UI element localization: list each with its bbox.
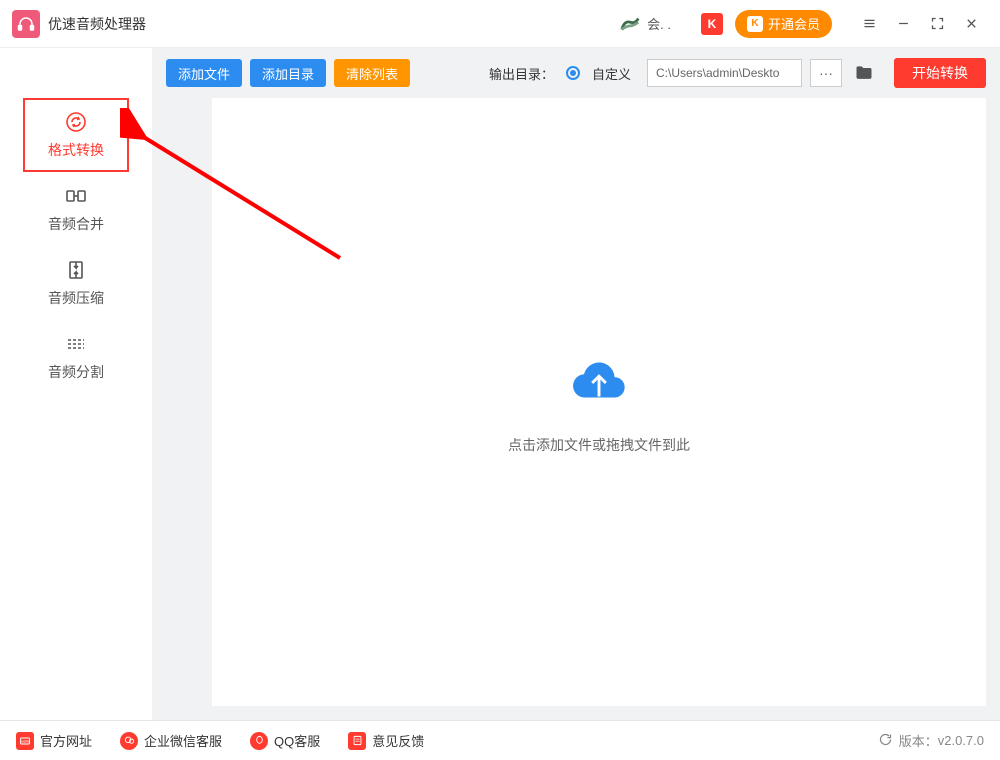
version-label: 版本： [899,731,938,750]
user-avatar-icon[interactable] [619,13,641,35]
open-folder-icon[interactable] [850,59,878,87]
k-badge-icon[interactable]: K [701,13,723,35]
radio-custom[interactable] [566,66,580,80]
footer-link-official[interactable]: com 官方网址 [16,731,92,750]
footer-link-wechat[interactable]: 企业微信客服 [120,731,222,750]
user-name[interactable]: 会. . [647,14,671,33]
compress-icon [64,258,88,282]
sidebar-item-label: 音频分割 [48,362,104,382]
toolbar: 添加文件 添加目录 清除列表 输出目录： 自定义 C:\Users\admin\… [152,48,1000,98]
footer-link-label: QQ客服 [274,731,320,750]
clear-list-button[interactable]: 清除列表 [334,59,410,87]
merge-icon [64,184,88,208]
sidebar-item-audio-compress[interactable]: 音频压缩 [23,246,129,320]
sidebar-item-label: 格式转换 [48,140,104,160]
vip-k-icon: K [747,16,763,32]
vip-label: 开通会员 [768,14,820,33]
sidebar-item-label: 音频合并 [48,214,104,234]
dropzone-text: 点击添加文件或拖拽文件到此 [508,435,690,455]
footer-link-label: 官方网址 [40,731,92,750]
app-logo-icon [12,10,40,38]
output-path-field[interactable]: C:\Users\admin\Deskto [647,59,802,87]
file-dropzone[interactable]: 点击添加文件或拖拽文件到此 [212,98,986,706]
website-icon: com [16,732,34,750]
app-title: 优速音频处理器 [48,14,146,34]
add-file-button[interactable]: 添加文件 [166,59,242,87]
browse-more-button[interactable]: ··· [810,59,842,87]
split-icon [64,332,88,356]
footer-link-label: 意见反馈 [372,731,424,750]
qq-icon [250,732,268,750]
feedback-icon [348,732,366,750]
footer-link-label: 企业微信客服 [144,731,222,750]
convert-icon [64,110,88,134]
footer-link-qq[interactable]: QQ客服 [250,731,320,750]
menu-icon[interactable] [852,0,886,48]
wechat-icon [120,732,138,750]
output-dir-label: 输出目录： [489,64,554,83]
svg-text:com: com [21,739,29,743]
close-icon[interactable] [954,0,988,48]
footer-link-feedback[interactable]: 意见反馈 [348,731,424,750]
version-info[interactable]: 版本： v2.0.7.0 [878,731,984,750]
refresh-icon [878,732,893,750]
main-panel: 添加文件 添加目录 清除列表 输出目录： 自定义 C:\Users\admin\… [152,48,1000,720]
sidebar-item-audio-merge[interactable]: 音频合并 [23,172,129,246]
footer: com 官方网址 企业微信客服 QQ客服 意见反馈 版本： v2.0.7.0 [0,720,1000,760]
sidebar: 格式转换 音频合并 音频压缩 音频分割 [0,48,152,720]
sidebar-item-audio-split[interactable]: 音频分割 [23,320,129,394]
cloud-upload-icon [568,350,630,417]
minimize-icon[interactable] [886,0,920,48]
radio-custom-label[interactable]: 自定义 [592,64,631,83]
version-value: v2.0.7.0 [938,733,984,748]
maximize-icon[interactable] [920,0,954,48]
sidebar-item-label: 音频压缩 [48,288,104,308]
start-convert-button[interactable]: 开始转换 [894,58,986,88]
add-dir-button[interactable]: 添加目录 [250,59,326,87]
title-bar: 优速音频处理器 会. . K K 开通会员 [0,0,1000,48]
vip-button[interactable]: K 开通会员 [735,10,832,38]
sidebar-item-format-convert[interactable]: 格式转换 [23,98,129,172]
